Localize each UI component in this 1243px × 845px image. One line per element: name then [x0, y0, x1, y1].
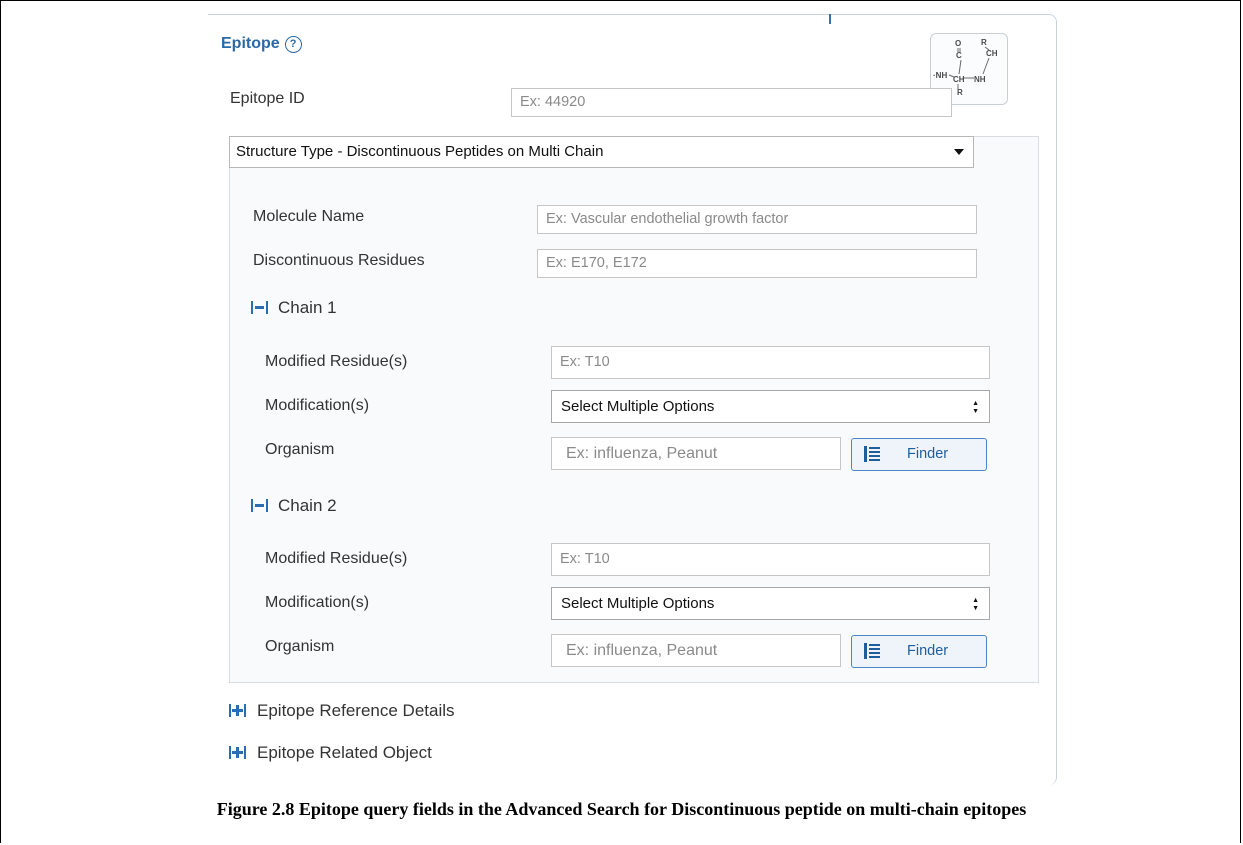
chain-2-toggle[interactable]: Chain 2 [251, 496, 337, 516]
epitope-id-label: Epitope ID [230, 90, 305, 107]
svg-text:C: C [956, 51, 962, 60]
discontinuous-residues-input[interactable]: Ex: E170, E172 [537, 249, 977, 278]
structure-type-select[interactable]: Structure Type - Discontinuous Peptides … [229, 136, 974, 168]
molecule-name-input[interactable]: Ex: Vascular endothelial growth factor [537, 205, 977, 234]
list-icon [864, 446, 880, 462]
finder-label: Finder [907, 446, 949, 462]
epitope-id-input[interactable]: Ex: 44920 [511, 88, 952, 117]
sort-arrows-icon: ▲ ▼ [972, 597, 979, 612]
panel-title-text: Epitope [221, 35, 280, 52]
chain-2-title: Chain 2 [278, 496, 337, 515]
chevron-down-icon [954, 149, 964, 155]
chain-2-modified-residues-label: Modified Residue(s) [265, 550, 408, 567]
chain-2-modifications-label: Modification(s) [265, 594, 370, 611]
chain-1-modifications-select[interactable]: Select Multiple Options ▲ ▼ [551, 390, 990, 423]
structure-type-selected: Structure Type - Discontinuous Peptides … [236, 143, 604, 160]
list-icon [864, 643, 880, 659]
svg-text:CH: CH [986, 49, 998, 58]
chain-2-organism-label: Organism [265, 638, 335, 655]
chain-1-finder-button[interactable]: Finder [851, 438, 987, 471]
panel-title: Epitope? [221, 35, 302, 53]
expand-icon [229, 746, 246, 759]
chain-2-modifications-select[interactable]: Select Multiple Options ▲ ▼ [551, 587, 990, 620]
molecule-name-label: Molecule Name [253, 208, 365, 225]
chain-1-modified-residues-label: Modified Residue(s) [265, 353, 408, 370]
chain-2-organism-input[interactable]: Ex: influenza, Peanut [551, 634, 841, 667]
svg-text:CH: CH [953, 75, 965, 84]
epitope-related-object-label: Epitope Related Object [257, 743, 432, 762]
chain-2-modifications-selected: Select Multiple Options [561, 595, 715, 612]
svg-text:·NH: ·NH [933, 71, 947, 80]
chain-2-finder-button[interactable]: Finder [851, 635, 987, 668]
chain-1-modifications-label: Modification(s) [265, 397, 370, 414]
help-icon[interactable]: ? [284, 36, 302, 53]
svg-text:R: R [957, 88, 963, 97]
expand-icon [229, 704, 246, 717]
sort-arrows-icon: ▲ ▼ [972, 400, 979, 415]
chain-1-toggle[interactable]: Chain 1 [251, 298, 337, 318]
figure-caption: Figure 2.8 Epitope query fields in the A… [216, 799, 1027, 819]
epitope-reference-details-label: Epitope Reference Details [257, 701, 455, 720]
chain-1-organism-label: Organism [265, 441, 335, 458]
epitope-reference-details-expander[interactable]: Epitope Reference Details [229, 701, 455, 721]
chain-1-modified-residues-input[interactable]: Ex: T10 [551, 346, 990, 379]
collapse-icon [251, 499, 268, 512]
chain-2-modified-residues-input[interactable]: Ex: T10 [551, 543, 990, 576]
discontinuous-residues-label: Discontinuous Residues [253, 252, 425, 269]
epitope-related-object-expander[interactable]: Epitope Related Object [229, 743, 432, 763]
panel-edge [829, 14, 831, 24]
svg-text:R: R [981, 38, 987, 47]
svg-text:NH: NH [974, 75, 986, 84]
finder-label: Finder [907, 643, 949, 659]
collapse-icon [251, 301, 268, 314]
svg-text:O: O [955, 39, 961, 48]
chain-1-title: Chain 1 [278, 298, 337, 317]
chain-1-organism-input[interactable]: Ex: influenza, Peanut [551, 437, 841, 470]
chain-1-modifications-selected: Select Multiple Options [561, 398, 715, 415]
